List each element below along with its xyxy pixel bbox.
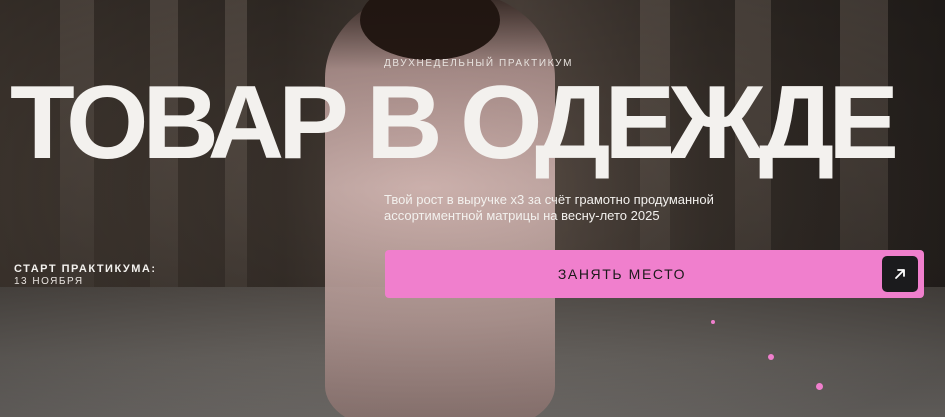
hero-title: ТОВАР В ОДЕЖДЕ bbox=[10, 65, 899, 181]
start-label: СТАРТ ПРАКТИКУМА: bbox=[14, 263, 157, 275]
decorative-dot bbox=[768, 354, 774, 360]
hero-subtitle: Твой рост в выручке х3 за счёт грамотно … bbox=[384, 192, 714, 223]
book-seat-button-label: ЗАНЯТЬ МЕСТО bbox=[557, 266, 687, 282]
start-date: 13 НОЯБРЯ bbox=[14, 276, 84, 287]
decorative-dot bbox=[711, 320, 715, 324]
arrow-up-right-icon bbox=[882, 256, 918, 292]
decorative-dot bbox=[816, 383, 823, 390]
hero-section: ДВУХНЕДЕЛЬНЫЙ ПРАКТИКУМ ТОВАР В ОДЕЖДЕ Т… bbox=[0, 0, 945, 417]
book-seat-button[interactable]: ЗАНЯТЬ МЕСТО bbox=[385, 250, 924, 298]
